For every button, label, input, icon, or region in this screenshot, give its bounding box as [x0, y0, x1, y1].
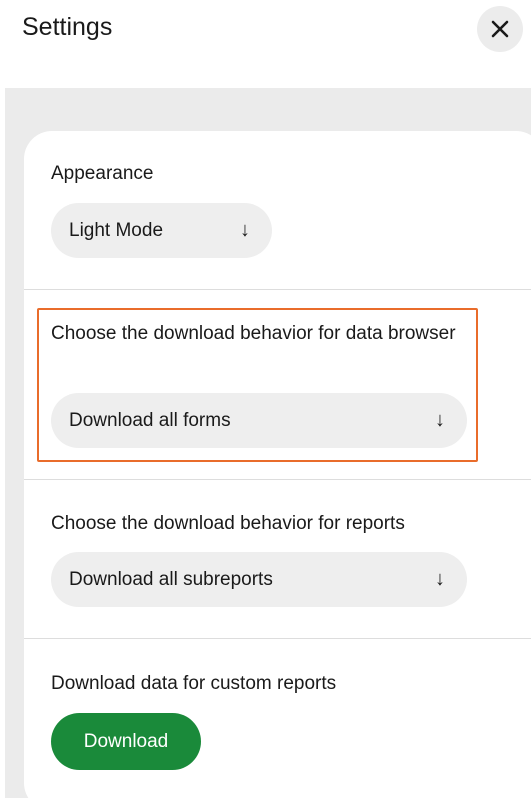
appearance-dropdown[interactable]: Light Mode ↓ [51, 203, 272, 258]
close-button[interactable] [477, 6, 523, 52]
arrow-down-icon: ↓ [435, 568, 445, 590]
section-divider [24, 638, 531, 639]
close-icon [491, 20, 509, 38]
arrow-down-icon: ↓ [240, 219, 250, 241]
settings-panel: Appearance Light Mode ↓ Choose the downl… [5, 88, 531, 811]
download-button[interactable]: Download [51, 713, 201, 770]
appearance-label: Appearance [51, 163, 154, 184]
reports-dropdown[interactable]: Download all subreports ↓ [51, 552, 467, 607]
appearance-selected-value: Light Mode [69, 219, 164, 241]
page-title: Settings [22, 13, 113, 41]
highlight-box [37, 308, 478, 462]
reports-selected-value: Download all subreports [69, 568, 273, 590]
section-divider [24, 289, 531, 290]
settings-card: Appearance Light Mode ↓ Choose the downl… [24, 131, 531, 811]
custom-reports-label: Download data for custom reports [51, 673, 337, 694]
section-divider [24, 479, 531, 480]
reports-label: Choose the download behavior for reports [51, 513, 405, 534]
settings-header: Settings [0, 0, 531, 88]
